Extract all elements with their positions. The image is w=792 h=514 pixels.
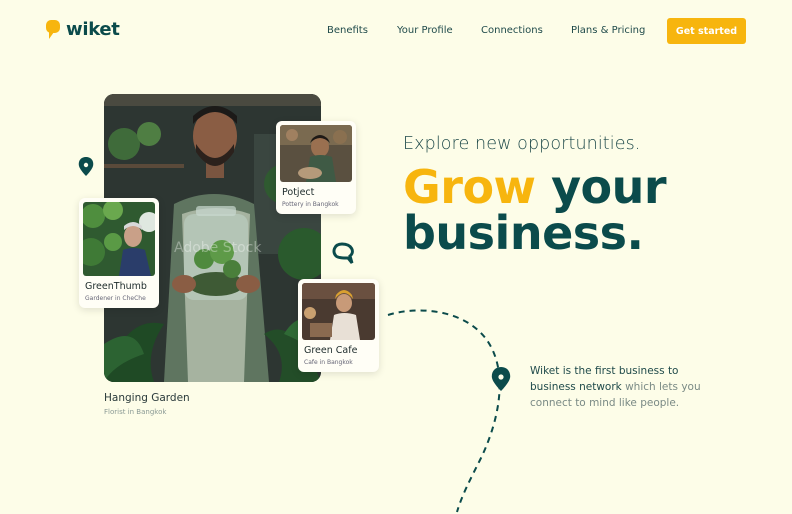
location-pin-icon: [78, 157, 94, 176]
dashed-path: [387, 309, 501, 513]
location-pin-icon: [491, 367, 511, 391]
hero-description: Wiket is the first business to business …: [530, 363, 720, 411]
headline-line2: business.: [403, 206, 644, 260]
decor-overlay: [78, 157, 511, 513]
hero-tagline: Explore new opportunities.: [403, 134, 641, 154]
hero-headline: Grow your business.: [403, 164, 667, 260]
chat-bubble-icon: [332, 242, 354, 264]
